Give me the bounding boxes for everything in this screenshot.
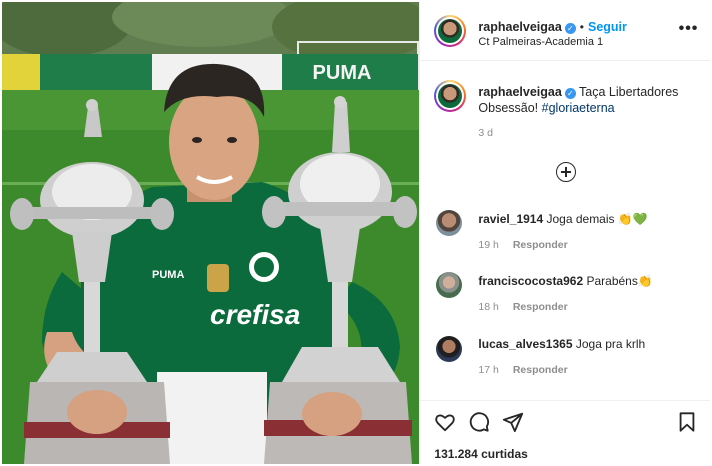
post-modal: PUMA crefisa PUMA raphaelveigaa ✓ • Segu… (2, 2, 711, 465)
comment-text: Joga pra krlh (575, 337, 646, 351)
reply-button[interactable]: Responder (513, 239, 568, 251)
shirt-sponsor-text: crefisa (210, 299, 300, 330)
header-separator: • (579, 20, 584, 34)
comment-username[interactable]: raviel_1914 (478, 212, 543, 226)
comment-username[interactable]: lucas_alves1365 (478, 337, 572, 351)
post-photo[interactable]: PUMA crefisa PUMA (2, 2, 420, 464)
caption-avatar[interactable] (434, 80, 467, 112)
comment-item: raviel_1914 Joga demais 👏💚 (478, 212, 647, 226)
photo-illustration: PUMA crefisa PUMA (2, 2, 420, 464)
caption-hashtag[interactable]: #gloriaeterna (542, 101, 615, 115)
comment-item: franciscocosta962 Parabéns👏 (478, 274, 652, 288)
load-more-comments-icon[interactable] (556, 162, 577, 182)
bookmark-icon[interactable] (676, 411, 698, 433)
comment-item: lucas_alves1365 Joga pra krlh (478, 337, 645, 351)
comment-time: 17 h (478, 364, 499, 376)
comment-icon[interactable] (468, 411, 490, 433)
reply-button[interactable]: Responder (513, 301, 568, 313)
post-side-panel: raphaelveigaa ✓ • Seguir Ct Palmeiras-Acade… (419, 2, 711, 465)
shirt-brand-text: PUMA (152, 269, 184, 281)
verified-badge-icon: ✓ (564, 88, 576, 99)
comment-avatar[interactable] (436, 210, 463, 236)
caption-time: 3 d (478, 127, 494, 139)
post-actions: 131.284 curtidas (420, 400, 711, 465)
comment-text: Parabéns👏 (586, 274, 653, 288)
post-header: raphaelveigaa ✓ • Seguir Ct Palmeiras-Acade… (420, 2, 711, 61)
comment-avatar[interactable] (436, 336, 463, 362)
avatar[interactable] (434, 15, 467, 47)
comment-meta: 19 h Responder (478, 239, 567, 251)
verified-badge-icon: ✓ (564, 23, 576, 34)
comment-meta: 18 h Responder (478, 301, 567, 313)
ad-board-text: PUMA (313, 62, 372, 84)
follow-button[interactable]: Seguir (588, 20, 627, 34)
post-location[interactable]: Ct Palmeiras-Academia 1 (478, 36, 603, 48)
comment-text: Joga demais 👏💚 (546, 212, 648, 226)
more-options-icon[interactable]: ••• (679, 20, 699, 38)
comment-time: 18 h (478, 301, 499, 313)
share-icon[interactable] (502, 411, 524, 433)
header-user-line: raphaelveigaa ✓ • Seguir (478, 18, 627, 36)
post-caption: raphaelveigaa ✓ Taça Libertadores Obsessã… (478, 84, 700, 116)
reply-button[interactable]: Responder (513, 364, 568, 376)
heart-icon[interactable] (434, 411, 456, 433)
comment-time: 19 h (478, 239, 499, 251)
comment-avatar[interactable] (436, 272, 463, 298)
caption-username[interactable]: raphaelveigaa (478, 85, 561, 99)
header-username[interactable]: raphaelveigaa (478, 20, 561, 34)
comment-username[interactable]: franciscocosta962 (478, 274, 583, 288)
comment-meta: 17 h Responder (478, 364, 567, 376)
likes-count[interactable]: 131.284 curtidas (434, 447, 527, 461)
